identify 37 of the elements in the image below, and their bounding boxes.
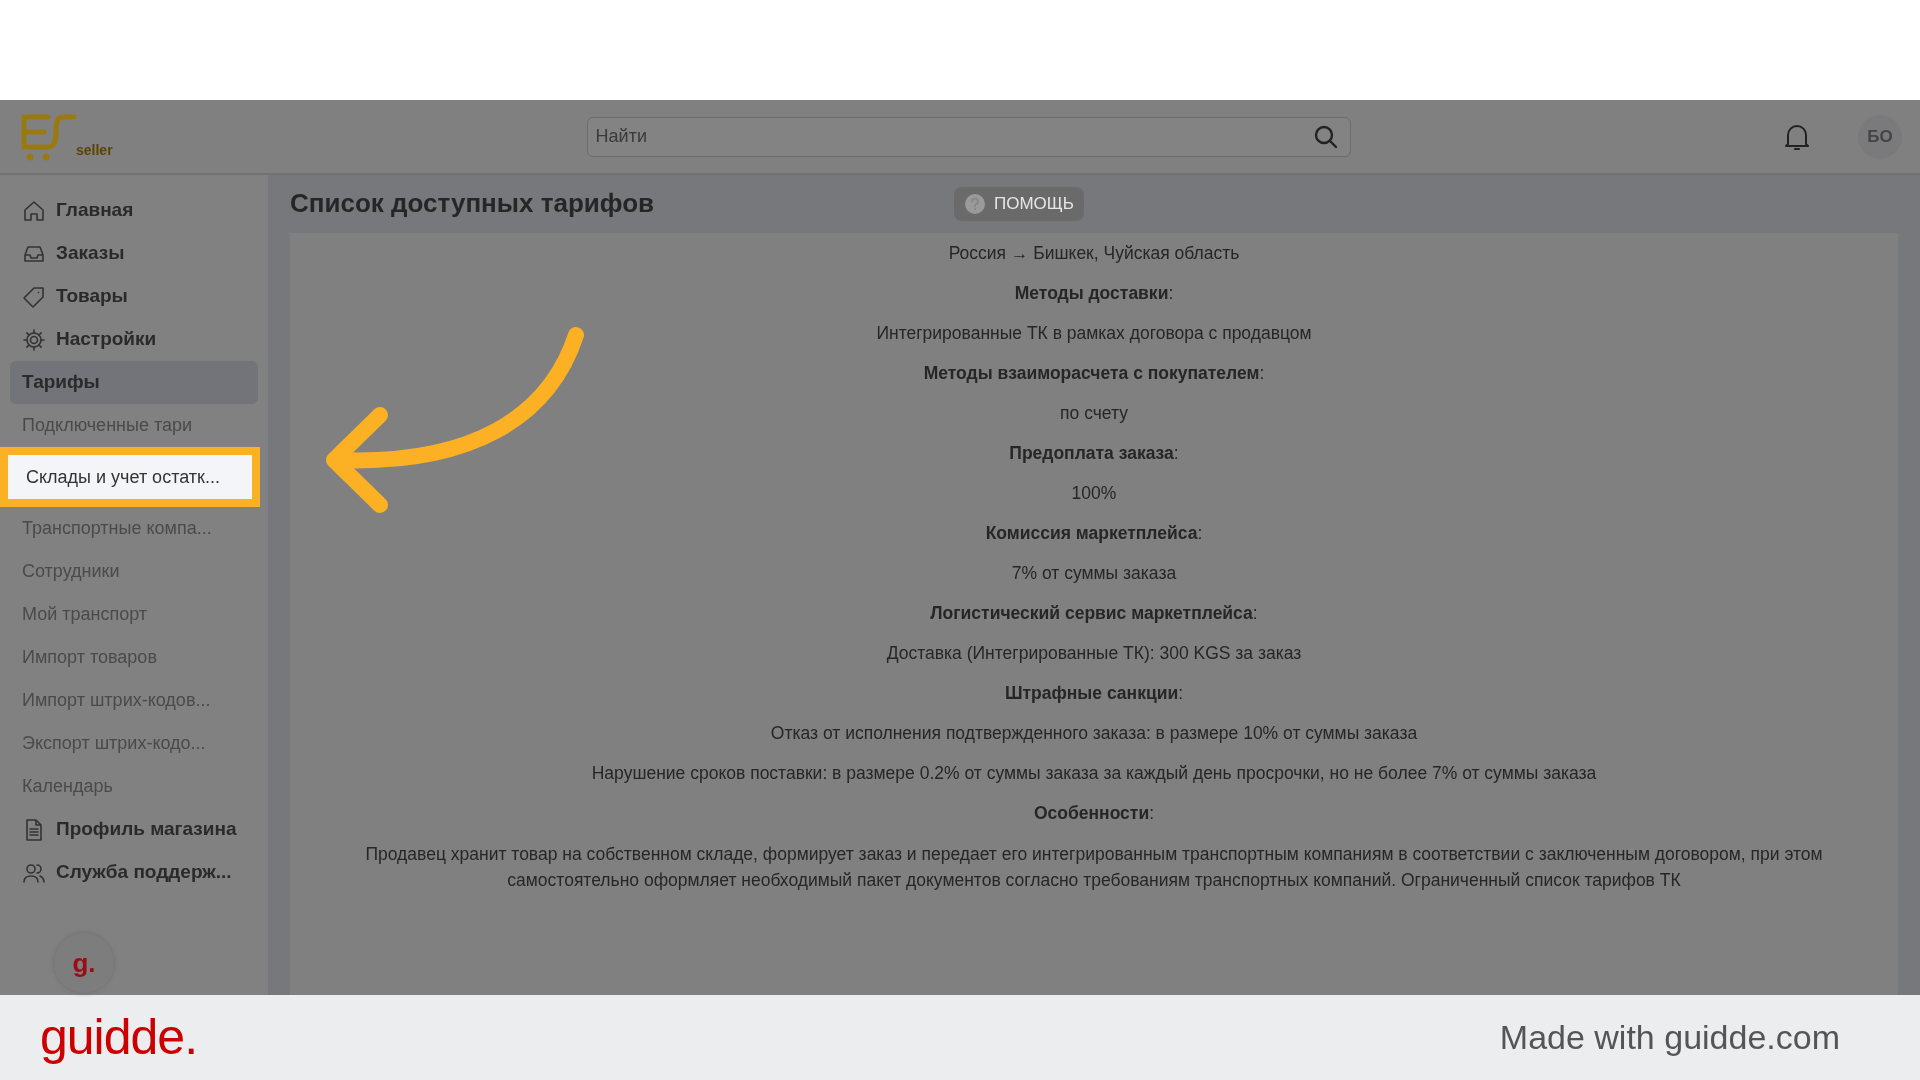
section-label: Логистический сервис маркетплейса: — [929, 602, 1259, 625]
gear-icon — [22, 327, 46, 352]
sidebar-subitem[interactable]: Склады и учет остатк... — [0, 447, 260, 507]
sidebar-item-label[interactable]: Профиль магазина — [56, 815, 237, 844]
credit-text: Made with guidde.com — [1499, 1017, 1840, 1058]
section-text: Интегрированные ТК в рамках договора с продавцом — [875, 322, 1313, 345]
user-avatar[interactable]: БО — [1858, 114, 1902, 159]
section-text: Отказ от исполнения подтвержденного заказа: в размере 10% от суммы заказа — [769, 722, 1419, 745]
sidebar-item-label[interactable]: Настройки — [56, 325, 157, 354]
section-label: Методы взаиморасчета с покупателем: — [922, 362, 1266, 385]
tag-icon — [22, 284, 46, 309]
section-label: Особенности: — [1032, 802, 1156, 825]
sidebar-item-label[interactable]: Служба поддерж... — [56, 858, 232, 887]
section-text: Россия → Бишкек, Чуйская область — [947, 242, 1241, 265]
section-text: 7% от суммы заказа — [1010, 562, 1178, 585]
help-button[interactable]: ПОМОЩЬ — [954, 187, 1084, 221]
search-icon[interactable] — [1312, 123, 1339, 150]
sidebar-item-label[interactable]: Заказы — [56, 239, 125, 268]
sidebar-group[interactable]: Тарифы — [10, 361, 258, 404]
home-icon — [22, 198, 46, 223]
section-label: Комиссия маркетплейса: — [984, 522, 1204, 545]
logo-text: seller — [76, 140, 113, 160]
section-text: Доставка (Интегрированные ТК): 300 KGS за заказ — [885, 642, 1303, 665]
sidebar-item-label[interactable]: Товары — [56, 282, 128, 311]
guidde-bubble[interactable]: g. — [54, 933, 114, 993]
sidebar-item-label[interactable]: Главная — [56, 196, 134, 225]
section-text: 100% — [1070, 482, 1118, 505]
guidde-logo: guidde. — [40, 1008, 198, 1067]
section-label: Методы доставки: — [1013, 282, 1175, 305]
question-icon — [964, 193, 986, 215]
description-paragraph: Продавец хранит товар на собственном складе, формирует заказ и передает его интегрированным транспортным компаниям в соответствии с заключенным договором, при этом самостоятельно оформляет необходимый пакет документов согласно требованиям транспортных компаний. Ограниченный список тарифов ТК — [364, 843, 1824, 892]
page-title: Список доступных тарифов — [290, 188, 654, 220]
section-label: Предоплата заказа: — [1008, 442, 1180, 465]
section-text: Нарушение сроков поставки: в размере 0.2% от суммы заказа за каждый день просрочки, но не более 7% от суммы заказа — [590, 762, 1598, 785]
section-text: по счету — [1059, 402, 1129, 425]
search-field[interactable]: Найти — [586, 116, 1351, 157]
section-label: Штрафные санкции: — [1003, 682, 1185, 705]
